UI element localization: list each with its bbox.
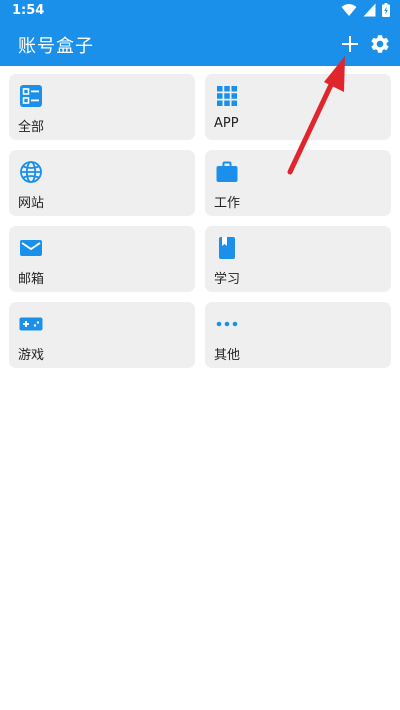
- apps-grid-icon: [215, 84, 239, 108]
- wifi-icon: [341, 2, 357, 21]
- briefcase-icon: [215, 160, 239, 184]
- add-button[interactable]: [338, 32, 362, 56]
- category-label: 学习: [214, 272, 241, 287]
- category-card-game[interactable]: 游戏: [9, 302, 195, 368]
- category-card-app[interactable]: APP: [205, 74, 391, 140]
- category-card-website[interactable]: 网站: [9, 150, 195, 216]
- category-label: 网站: [18, 196, 45, 211]
- category-label: 游戏: [18, 348, 45, 363]
- status-icons: [341, 2, 390, 21]
- category-label: APP: [214, 116, 239, 131]
- category-card-mail[interactable]: 邮箱: [9, 226, 195, 292]
- battery-icon: [382, 2, 390, 21]
- gear-icon: [371, 35, 389, 53]
- settings-button[interactable]: [368, 32, 392, 56]
- globe-icon: [19, 160, 43, 184]
- app-bar: 账号盒子: [0, 22, 400, 66]
- list-icon: [19, 84, 43, 108]
- category-grid: 全部 APP 网站 工作 邮箱 学习 游戏 其他: [9, 74, 391, 368]
- category-label: 工作: [214, 196, 241, 211]
- category-card-study[interactable]: 学习: [205, 226, 391, 292]
- gamepad-icon: [19, 312, 43, 336]
- app-title: 账号盒子: [18, 36, 94, 57]
- category-label: 邮箱: [18, 272, 45, 287]
- book-icon: [215, 236, 239, 260]
- add-icon: [342, 36, 358, 52]
- mail-icon: [19, 236, 43, 260]
- category-card-all[interactable]: 全部: [9, 74, 195, 140]
- status-bar: 1:54: [0, 0, 400, 22]
- category-label: 全部: [18, 120, 45, 135]
- status-time: 1:54: [12, 3, 45, 18]
- category-label: 其他: [214, 348, 241, 363]
- signal-icon: [363, 2, 376, 21]
- more-dots-icon: [215, 312, 239, 336]
- category-card-other[interactable]: 其他: [205, 302, 391, 368]
- category-card-work[interactable]: 工作: [205, 150, 391, 216]
